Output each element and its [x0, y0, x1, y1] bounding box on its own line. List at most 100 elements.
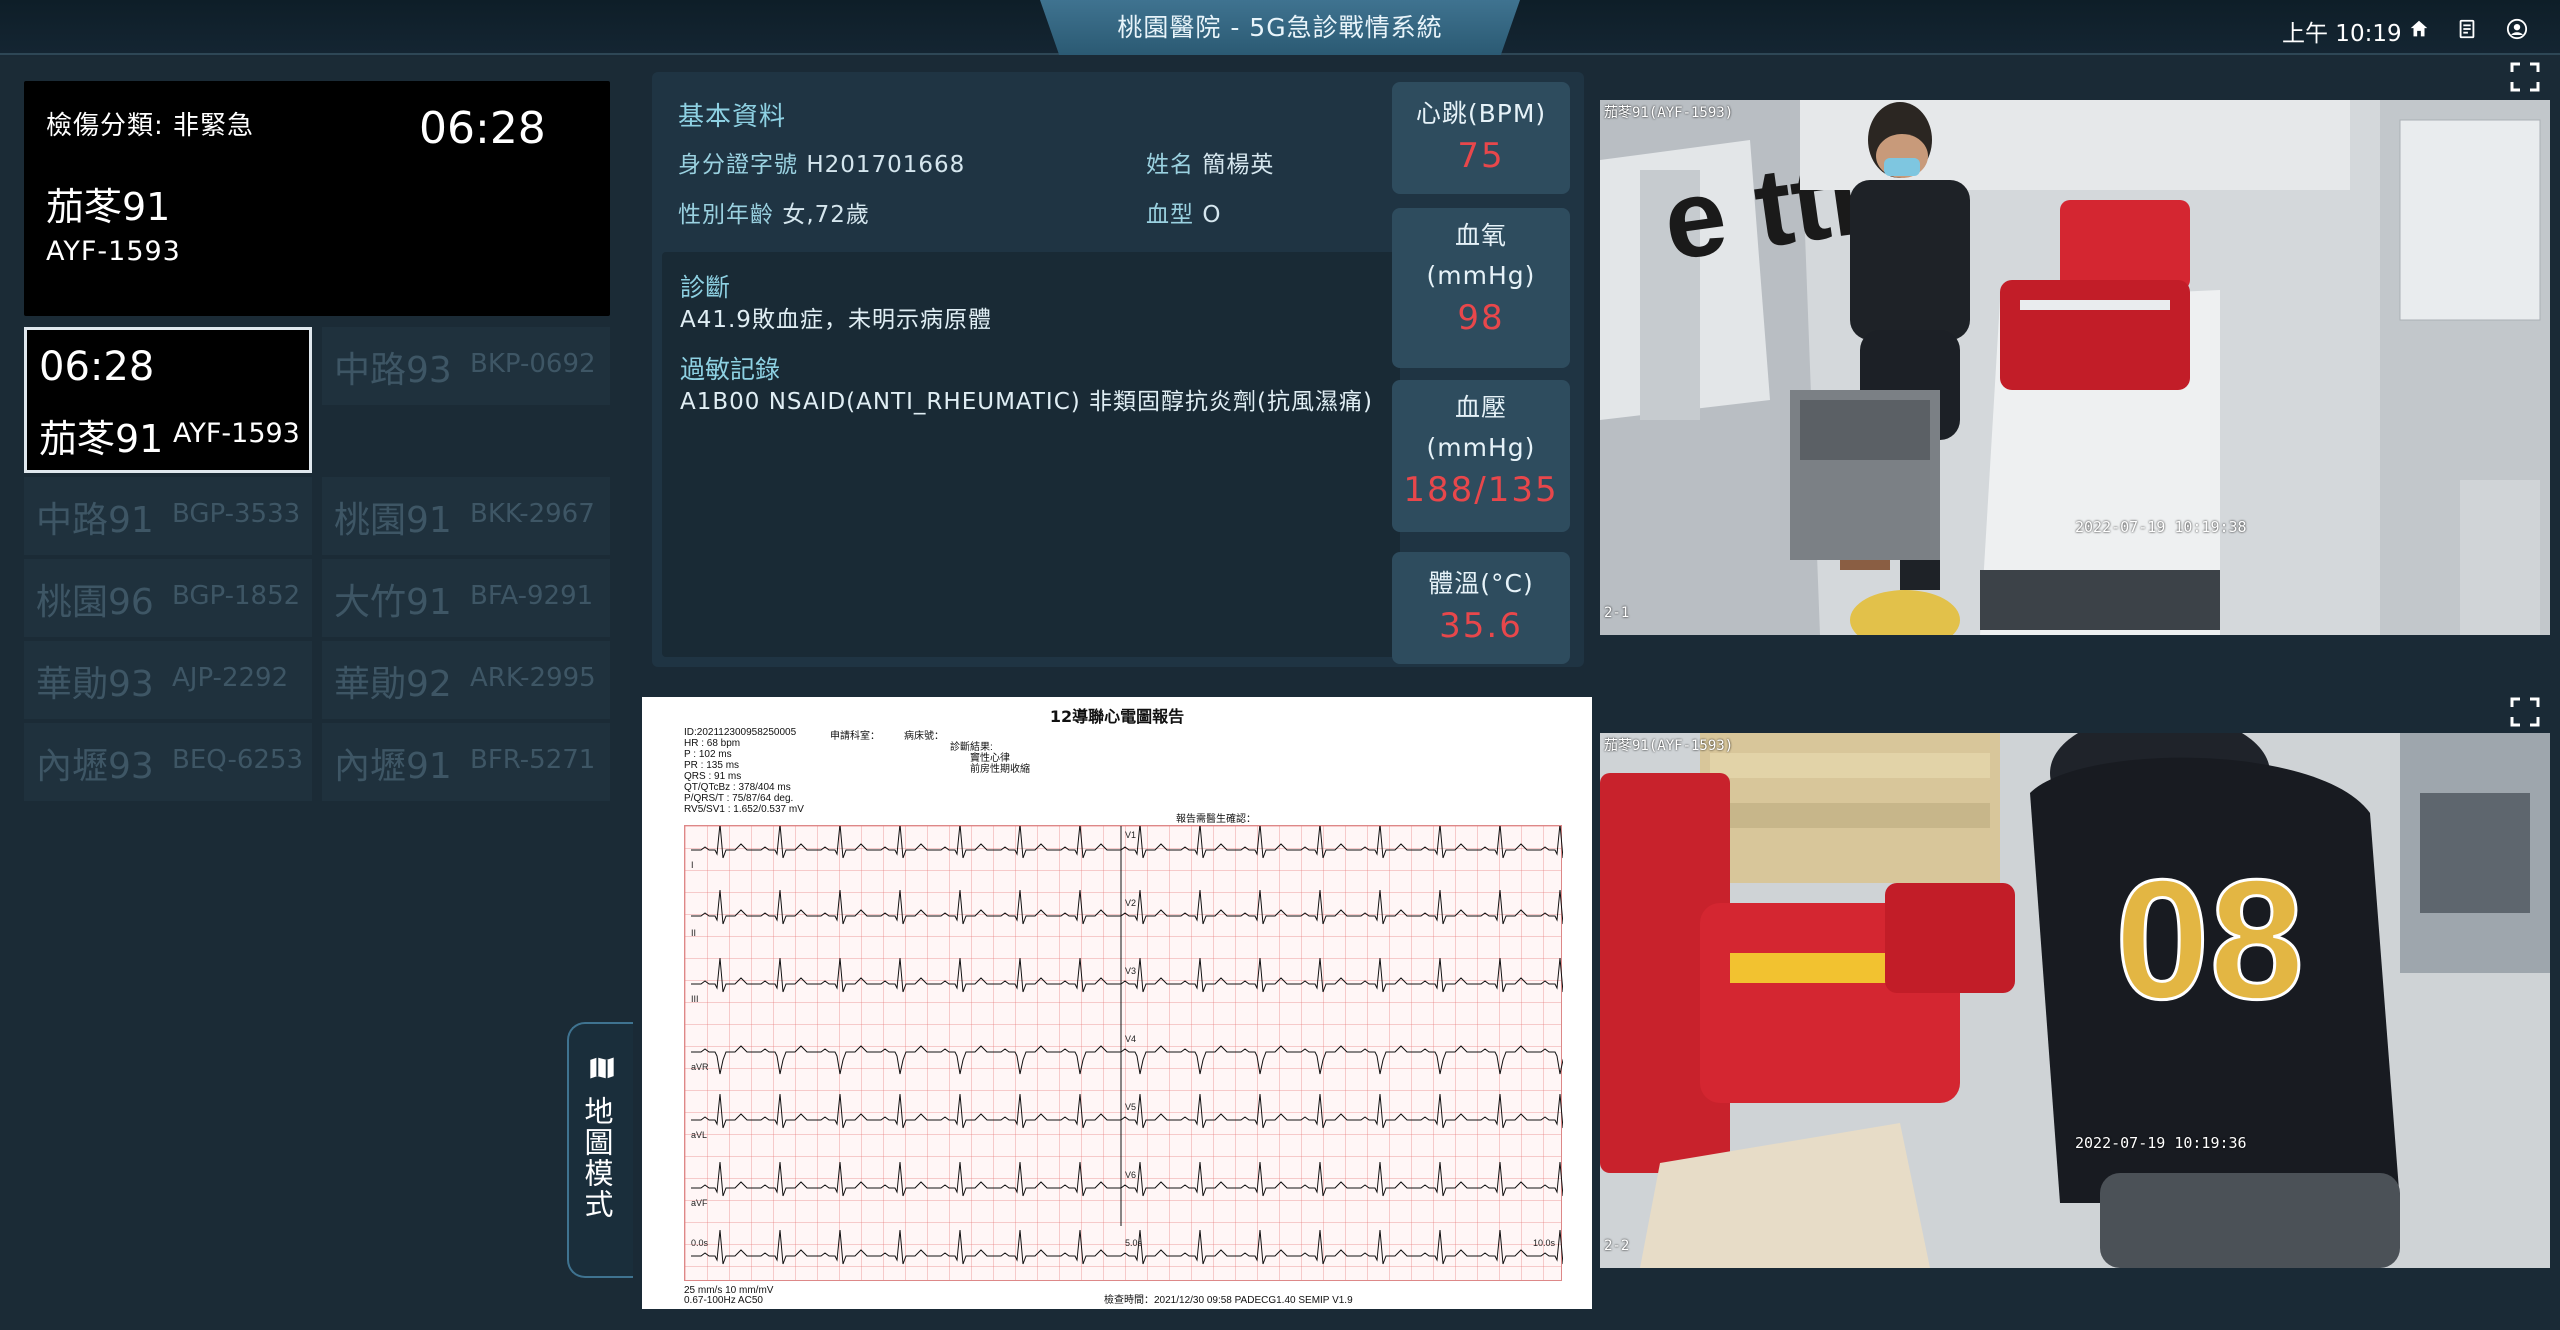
tile-unit: 茄苳91	[39, 417, 164, 461]
ambulance-tile[interactable]: 桃園91 BKK-2967	[322, 477, 610, 555]
license-plate: AYF-1593	[46, 236, 181, 267]
ambulance-tile-selected[interactable]: 06:28 茄苳91 AYF-1593	[24, 327, 312, 473]
spo2-value: 98	[1457, 298, 1505, 338]
blood-type-label: 血型	[1146, 202, 1194, 228]
lead-label: V2	[1125, 898, 1137, 908]
fullscreen-icon[interactable]	[2510, 62, 2540, 92]
document-icon[interactable]	[2456, 18, 2478, 40]
id-number-value: H201701668	[806, 152, 966, 178]
camera-overlay-label: 茄苳91(AYF-1593)	[1604, 105, 1734, 121]
lead-label: 10.0s	[1533, 1238, 1556, 1248]
fullscreen-icon[interactable]	[2510, 697, 2540, 727]
ambulance-unit: 茄苳91	[46, 185, 171, 229]
lead-label: aVL	[691, 1130, 708, 1140]
camera-feed-1[interactable]: e ttk 茄苳91(AYF-1593) 2022-07-19 10:19:38…	[1600, 100, 2550, 635]
name-row: 姓名 簡楊英	[1146, 145, 1274, 179]
lead-label: I	[691, 860, 694, 870]
ambulance-tile[interactable]: 內壢91 BFR-5271	[322, 723, 610, 801]
blood-type-row: 血型 O	[1146, 195, 1221, 229]
tile-time: 06:28	[39, 344, 155, 390]
ecg-trace	[691, 1045, 1588, 1075]
blood-pressure-box: 血壓 (mmHg) 188/135	[1392, 380, 1570, 532]
ambulance-rear-scene: 08	[1600, 733, 2550, 1268]
tile-unit: 中路93	[334, 350, 452, 391]
left-panel: 檢傷分類: 非緊急 06:28 茄苳91 AYF-1593 06:28 茄苳91…	[0, 57, 630, 1330]
ecg-param: QRS : 91 ms	[684, 771, 742, 782]
title-bar: 桃園醫院 - 5G急診戰情系統 上午 10:19	[0, 0, 2560, 55]
basic-info-title: 基本資料	[678, 102, 787, 132]
id-number-label: 身分證字號	[678, 152, 798, 178]
tile-plate: BKK-2967	[470, 499, 595, 529]
ambulance-tile[interactable]: 華勛93 AJP-2292	[24, 641, 312, 719]
ecg-title: 12導聯心電圖報告	[1049, 707, 1185, 726]
lead-label: 5.0s	[1125, 1238, 1143, 1248]
ecg-param: HR : 68 bpm	[684, 738, 741, 749]
tile-plate: BGP-3533	[172, 499, 301, 529]
diagnosis-text: A41.9敗血症，未明示病原體	[680, 307, 992, 333]
tile-plate: BGP-1852	[172, 581, 301, 611]
ecg-diag-2: 前房性期收縮	[970, 764, 1030, 775]
camera-timestamp: 2022-07-19 10:19:36	[2075, 1134, 2247, 1152]
ambulance-tile[interactable]: 大竹91 BFA-9291	[322, 559, 610, 637]
camera-channel: 2-1	[1604, 605, 1630, 621]
tile-unit: 華勛92	[334, 664, 452, 705]
active-case-card[interactable]: 檢傷分類: 非緊急 06:28 茄苳91 AYF-1593	[24, 81, 610, 316]
tile-plate: ARK-2995	[470, 663, 596, 693]
temperature-box: 體溫(°C) 35.6	[1392, 552, 1570, 664]
ecg-param: QT/QTcBz : 378/404 ms	[684, 782, 791, 793]
sex-age-label: 性別年齡	[678, 202, 774, 228]
heart-rate-value: 75	[1457, 136, 1505, 176]
ambulance-interior-scene: e ttk	[1600, 100, 2550, 635]
ecg-footer: 檢查時間：2021/12/30 09:58 PADECG1.40 SEMIP V…	[1104, 1295, 1353, 1306]
map-icon	[590, 1057, 614, 1079]
temperature-label: 體溫(°C)	[1428, 569, 1534, 598]
bp-label-line2: (mmHg)	[1426, 433, 1536, 462]
map-mode-tab[interactable]: 地圖模式	[567, 1022, 633, 1278]
lead-label: V1	[1125, 830, 1137, 840]
tile-plate: AYF-1593	[173, 418, 300, 449]
spo2-label-line2: (mmHg)	[1426, 261, 1536, 290]
name-value: 簡楊英	[1202, 152, 1275, 178]
patient-info-panel: 基本資料 身分證字號 H201701668 姓名 簡楊英 性別年齡 女,72歲 …	[652, 72, 1584, 667]
app-title: 桃園醫院 - 5G急診戰情系統	[1117, 13, 1443, 42]
ecg-param: P : 102 ms	[684, 749, 732, 760]
bp-value: 188/135	[1403, 470, 1559, 510]
temperature-value: 35.6	[1439, 606, 1523, 646]
ambulance-tile[interactable]: 華勛92 ARK-2995	[322, 641, 610, 719]
tile-unit: 中路91	[36, 500, 154, 541]
ecg-strip-area: I II III aVR aVL aVF V1 V2 V3 V4 V5 V6 0…	[684, 823, 1588, 1281]
map-mode-label: 地圖模式	[580, 1096, 614, 1220]
id-number-row: 身分證字號 H201701668	[678, 145, 965, 179]
lead-label: aVR	[691, 1062, 709, 1072]
diagnosis-title: 診斷	[680, 273, 731, 302]
home-icon[interactable]	[2408, 18, 2430, 40]
heart-rate-label: 心跳(BPM)	[1415, 99, 1547, 128]
lead-label: III	[691, 994, 699, 1004]
sex-age-value: 女,72歲	[782, 202, 870, 228]
lead-label: V5	[1125, 1102, 1137, 1112]
ambulance-tile[interactable]: 內壢93 BEQ-6253	[24, 723, 312, 801]
tile-unit: 桃園96	[36, 582, 154, 623]
tile-plate: BKP-0692	[470, 349, 596, 379]
spo2-box: 血氧 (mmHg) 98	[1392, 208, 1570, 368]
lead-label: 0.0s	[691, 1238, 709, 1248]
triage-level: 檢傷分類: 非緊急	[46, 111, 255, 141]
tile-unit: 華勛93	[36, 664, 154, 705]
ambulance-tile[interactable]: 桃園96 BGP-1852	[24, 559, 312, 637]
jersey-number: 08	[2115, 845, 2304, 1035]
ambulance-tile[interactable]: 中路93 BKP-0692	[322, 327, 610, 405]
heart-rate-box: 心跳(BPM) 75	[1392, 82, 1570, 194]
ecg-filter: 0.67-100Hz AC50	[684, 1295, 763, 1306]
ambulance-tile[interactable]: 中路91 BGP-3533	[24, 477, 312, 555]
camera-feed-2[interactable]: 08 茄苳91(AYF-1593) 2022-07-19 10:19:36 2-…	[1600, 733, 2550, 1268]
user-icon[interactable]	[2506, 18, 2528, 40]
tile-unit: 內壢93	[36, 746, 154, 787]
spo2-label-line1: 血氧	[1454, 221, 1507, 250]
clock: 上午 10:19	[2282, 21, 2402, 47]
allergy-title: 過敏記錄	[680, 355, 781, 384]
ecg-param: PR : 135 ms	[684, 760, 740, 771]
elapsed-timer: 06:28	[419, 103, 546, 154]
ecg-report[interactable]: 12導聯心電圖報告 ID:202112300958250005 申請科室： 病床…	[642, 697, 1592, 1309]
lead-label: II	[691, 928, 697, 938]
camera-timestamp: 2022-07-19 10:19:38	[2075, 518, 2247, 536]
